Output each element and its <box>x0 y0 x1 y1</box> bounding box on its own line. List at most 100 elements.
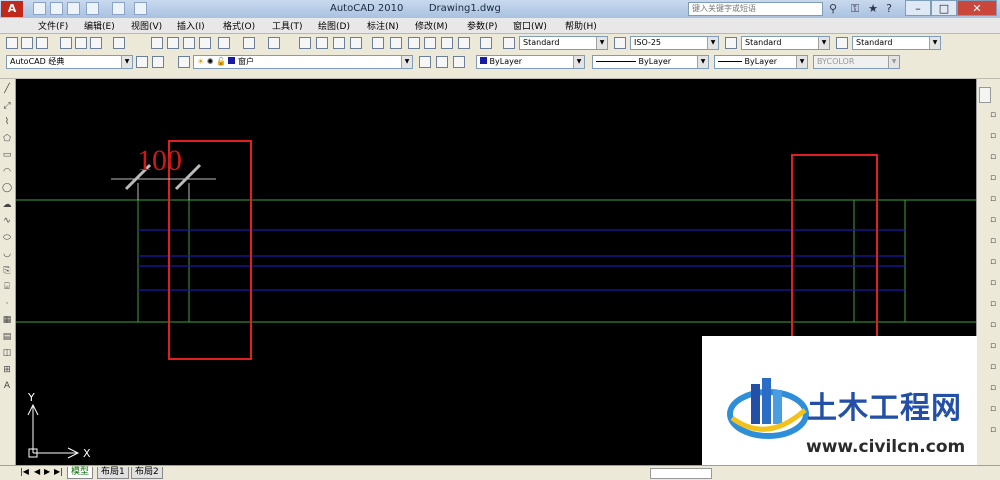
zoom-window-icon[interactable] <box>333 37 345 49</box>
menu-dimension[interactable]: 标注(N) <box>367 19 399 32</box>
join-icon[interactable]: ▫ <box>987 361 999 373</box>
point-icon[interactable]: · <box>1 298 13 310</box>
circle-icon[interactable]: ◯ <box>1 182 13 194</box>
break-icon[interactable]: ▫ <box>987 340 999 352</box>
save-icon[interactable] <box>36 37 48 49</box>
menu-modify[interactable]: 修改(M) <box>415 19 448 32</box>
copy-icon[interactable] <box>167 37 179 49</box>
design-center-icon[interactable] <box>390 37 402 49</box>
print-preview-icon[interactable] <box>75 37 87 49</box>
hatch-icon[interactable]: ▦ <box>1 314 13 326</box>
array-icon[interactable]: ▫ <box>987 193 999 205</box>
new-icon[interactable] <box>6 37 18 49</box>
menu-tools[interactable]: 工具(T) <box>272 19 303 32</box>
erase-icon[interactable]: ▫ <box>987 109 999 121</box>
qsave-icon[interactable] <box>67 2 80 15</box>
menu-parametric[interactable]: 参数(P) <box>467 19 497 32</box>
qopen-icon[interactable] <box>50 2 63 15</box>
key-icon[interactable]: ⚿ <box>848 2 862 16</box>
quickcalc-icon[interactable] <box>458 37 470 49</box>
zoom-previous-icon[interactable] <box>350 37 362 49</box>
menu-draw[interactable]: 绘图(D) <box>318 19 350 32</box>
tab-layout2[interactable]: 布局2 <box>131 467 163 479</box>
publish-icon[interactable] <box>90 37 102 49</box>
ellipse-icon[interactable]: ⬭ <box>1 232 13 244</box>
sheet-set-icon[interactable] <box>424 37 436 49</box>
menu-file[interactable]: 文件(F) <box>38 19 68 32</box>
color-select[interactable]: ByLayer ▼ <box>476 55 585 69</box>
gradient-icon[interactable]: ▤ <box>1 331 13 343</box>
fillet-icon[interactable]: ▫ <box>987 403 999 415</box>
dimension-text[interactable]: 100 <box>137 144 182 177</box>
zoom-realtime-icon[interactable] <box>316 37 328 49</box>
tab-prev-icon[interactable]: ◀ <box>34 467 40 476</box>
multileader-style-icon[interactable] <box>836 37 848 49</box>
pan-icon[interactable] <box>299 37 311 49</box>
rotate-icon[interactable]: ▫ <box>987 235 999 247</box>
block-editor-icon[interactable] <box>218 37 230 49</box>
undo-icon[interactable] <box>86 2 99 15</box>
markup-icon[interactable] <box>441 37 453 49</box>
stretch-icon[interactable]: ▫ <box>987 277 999 289</box>
redo-icon[interactable] <box>268 37 280 49</box>
linetype-select[interactable]: ByLayer ▼ <box>592 55 709 69</box>
horizontal-scrollbar[interactable] <box>650 468 712 479</box>
table-style-select[interactable]: Standard ▼ <box>741 36 830 50</box>
properties-icon[interactable] <box>372 37 384 49</box>
tab-last-icon[interactable]: ▶| <box>54 467 63 476</box>
layer-states-icon[interactable] <box>453 56 465 68</box>
open-icon[interactable] <box>21 37 33 49</box>
tab-first-icon[interactable]: |◀ <box>20 467 29 476</box>
redo-icon[interactable] <box>112 2 125 15</box>
help-icon[interactable] <box>480 37 492 49</box>
3d-dwf-icon[interactable] <box>113 37 125 49</box>
text-style-select[interactable]: Standard ▼ <box>519 36 608 50</box>
chamfer-icon[interactable]: ▫ <box>987 382 999 394</box>
layer-manager-icon[interactable] <box>178 56 190 68</box>
workspace-settings-icon[interactable] <box>136 56 148 68</box>
tab-next-icon[interactable]: ▶ <box>44 467 50 476</box>
binoculars-icon[interactable]: ⚲ <box>826 2 840 16</box>
minimize-button[interactable]: – <box>905 0 931 16</box>
workspace-switch-icon[interactable] <box>152 56 164 68</box>
move-icon[interactable]: ▫ <box>987 214 999 226</box>
rectangle-icon[interactable]: ▭ <box>1 149 13 161</box>
match-properties-icon[interactable] <box>199 37 211 49</box>
tab-model[interactable]: 模型 <box>67 467 94 479</box>
scrollbar-thumb[interactable] <box>979 87 991 103</box>
help-icon[interactable]: ? <box>882 2 896 16</box>
print-icon[interactable] <box>60 37 72 49</box>
line-icon[interactable]: ╱ <box>1 83 13 95</box>
polyline-icon[interactable]: ⌇ <box>1 116 13 128</box>
region-icon[interactable]: ◫ <box>1 347 13 359</box>
cut-icon[interactable] <box>151 37 163 49</box>
menu-window[interactable]: 窗口(W) <box>513 19 547 32</box>
scale-icon[interactable]: ▫ <box>987 256 999 268</box>
tool-palettes-icon[interactable] <box>408 37 420 49</box>
close-button[interactable]: ✕ <box>957 0 997 16</box>
undo-icon[interactable] <box>243 37 255 49</box>
text-style-icon[interactable] <box>503 37 515 49</box>
plot-icon[interactable] <box>134 2 147 15</box>
menu-insert[interactable]: 插入(I) <box>177 19 205 32</box>
maximize-button[interactable]: □ <box>931 0 957 16</box>
extend-icon[interactable]: ▫ <box>987 319 999 331</box>
ellipse-arc-icon[interactable]: ◡ <box>1 248 13 260</box>
offset-icon[interactable]: ▫ <box>987 172 999 184</box>
table-icon[interactable]: ⊞ <box>1 364 13 376</box>
menu-help[interactable]: 帮助(H) <box>565 19 597 32</box>
revcloud-icon[interactable]: ☁ <box>1 199 13 211</box>
workspace-select[interactable]: AutoCAD 经典 ▼ <box>6 55 133 69</box>
make-current-layer-icon[interactable] <box>419 56 431 68</box>
dim-style-icon[interactable] <box>614 37 626 49</box>
polygon-icon[interactable]: ⬠ <box>1 133 13 145</box>
lineweight-select[interactable]: ByLayer ▼ <box>714 55 808 69</box>
mtext-icon[interactable]: A <box>1 380 13 392</box>
layer-select[interactable]: ☀ ✺ 🔓 窗户 ▼ <box>193 55 413 69</box>
tab-layout1[interactable]: 布局1 <box>97 467 129 479</box>
qnew-icon[interactable] <box>33 2 46 15</box>
menu-edit[interactable]: 编辑(E) <box>84 19 115 32</box>
menu-view[interactable]: 视图(V) <box>131 19 162 32</box>
construction-line-icon[interactable]: ⤢ <box>1 100 13 112</box>
paste-icon[interactable] <box>183 37 195 49</box>
